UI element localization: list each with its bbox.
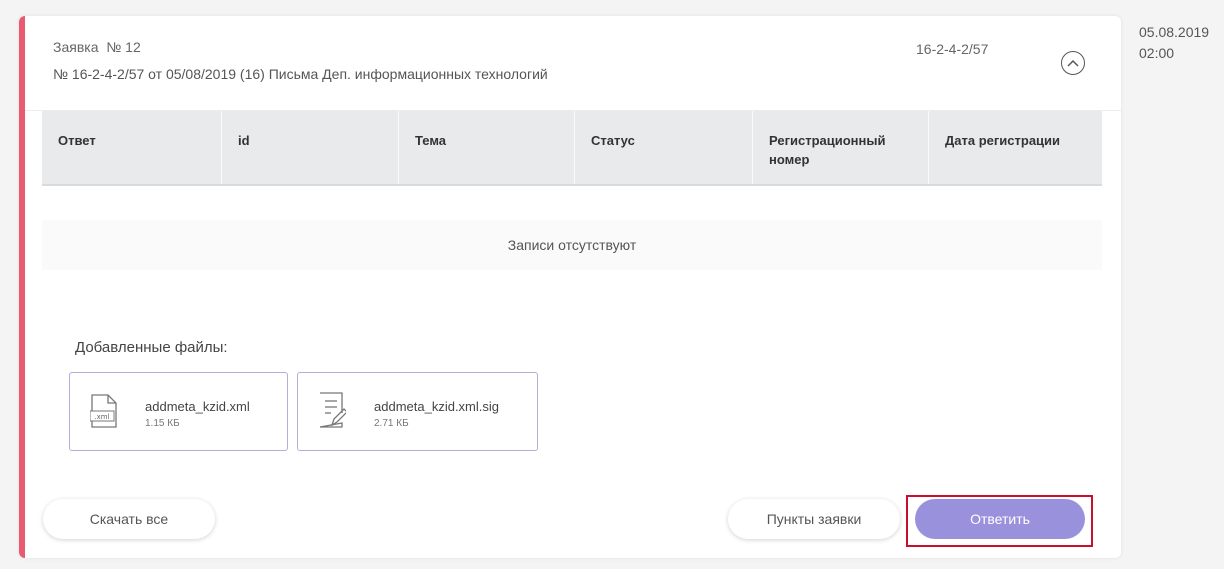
file-size: 2.71 КБ	[374, 418, 409, 429]
request-number: 16-2-4-2/57	[916, 41, 989, 57]
file-name: addmeta_kzid.xml.sig	[374, 399, 499, 414]
column-header-id[interactable]: id	[222, 111, 399, 184]
responses-table-header: Ответ id Тема Статус Регистрационный ном…	[42, 111, 1102, 186]
column-header-status[interactable]: Статус	[575, 111, 753, 184]
column-header-reg-date[interactable]: Дата регистрации	[929, 111, 1102, 184]
signed-document-icon	[319, 392, 346, 428]
file-card-sig[interactable]: addmeta_kzid.xml.sig 2.71 КБ	[297, 372, 538, 451]
collapse-chevron-up-icon[interactable]	[1061, 51, 1085, 75]
column-header-reg-number[interactable]: Регистрационный номер	[753, 111, 929, 184]
request-items-button[interactable]: Пункты заявки	[728, 499, 900, 539]
request-card: Заявка № 12 № 16-2-4-2/57 от 05/08/2019 …	[19, 16, 1121, 558]
table-empty-message: Записи отсутствуют	[42, 220, 1102, 270]
column-header-topic[interactable]: Тема	[399, 111, 575, 184]
xml-file-icon: .xml	[90, 394, 117, 428]
request-title: Заявка № 12	[53, 39, 141, 55]
download-all-button[interactable]: Скачать все	[43, 499, 215, 539]
file-name: addmeta_kzid.xml	[145, 399, 250, 414]
file-size: 1.15 КБ	[145, 418, 180, 429]
attached-files-label: Добавленные файлы:	[75, 339, 228, 356]
file-card-xml[interactable]: .xml addmeta_kzid.xml 1.15 КБ	[69, 372, 288, 451]
status-accent-bar	[19, 16, 25, 558]
timestamp: 05.08.2019 02:00	[1139, 22, 1209, 64]
column-header-answer[interactable]: Ответ	[42, 111, 222, 184]
timestamp-date: 05.08.2019	[1139, 24, 1210, 40]
timestamp-time: 02:00	[1139, 45, 1175, 61]
reply-button[interactable]: Ответить	[915, 499, 1085, 539]
svg-text:.xml: .xml	[94, 413, 109, 421]
chevron-up-icon	[1067, 59, 1079, 67]
request-subtitle: № 16-2-4-2/57 от 05/08/2019 (16) Письма …	[53, 66, 548, 82]
